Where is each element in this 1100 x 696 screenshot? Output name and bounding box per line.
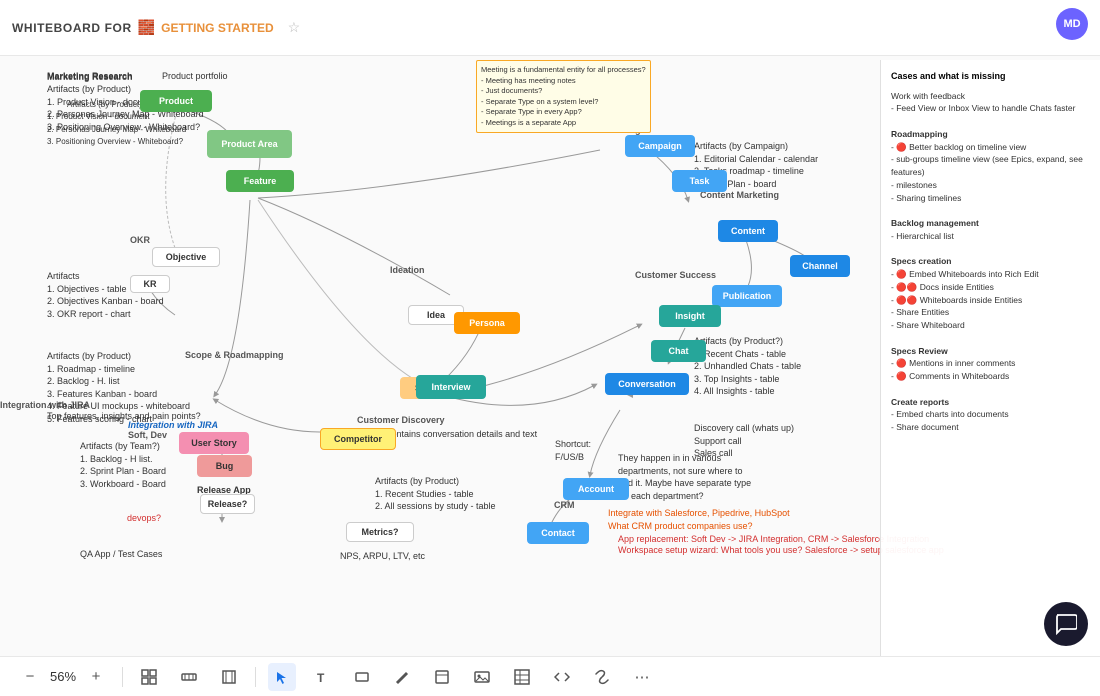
task-box[interactable]: Task xyxy=(672,170,727,192)
pen-tool-button[interactable] xyxy=(388,663,416,691)
link-tool-button[interactable] xyxy=(588,663,616,691)
table-tool-button[interactable] xyxy=(508,663,536,691)
insight-box[interactable]: Insight xyxy=(659,305,721,327)
interview-box[interactable]: Interview xyxy=(416,375,486,399)
publication-box[interactable]: Publication xyxy=(712,285,782,307)
sticky-tool-button[interactable] xyxy=(428,663,456,691)
crm-integrate: Integrate with Salesforce, Pipedrive, Hu… xyxy=(608,507,790,532)
ruler-tool-button[interactable] xyxy=(175,663,203,691)
product-box[interactable]: Product xyxy=(140,90,212,112)
rect-tool-button[interactable] xyxy=(348,663,376,691)
frame-tool-button[interactable] xyxy=(215,663,243,691)
image-tool-button[interactable] xyxy=(468,663,496,691)
star-icon[interactable]: ☆ xyxy=(288,19,301,36)
breadcrumb-whiteboard: WHITEBOARD FOR xyxy=(12,21,132,35)
grid-tool-button[interactable] xyxy=(135,663,163,691)
zoom-minus-button[interactable]: − xyxy=(16,663,44,691)
right-panel: Cases and what is missing Work with feed… xyxy=(880,60,1100,656)
shortcut-text: Shortcut:F/US/B xyxy=(555,438,591,463)
zoom-plus-button[interactable]: + xyxy=(82,663,110,691)
svg-text:T: T xyxy=(317,671,325,685)
zoom-controls: − 56% + xyxy=(16,663,110,691)
devops-text: devops? xyxy=(127,512,161,525)
conversation-box[interactable]: Conversation xyxy=(605,373,689,395)
campaign-box[interactable]: Campaign xyxy=(625,135,695,157)
product-portfolio-label: Product portfolio xyxy=(162,70,228,83)
breadcrumb: WHITEBOARD FOR 🧱 GETTING STARTED ☆ xyxy=(12,19,300,36)
soft-dev-label: Soft, Dev xyxy=(128,430,167,440)
toolbar: − 56% + T ⋯ xyxy=(0,656,1100,696)
right-panel-title: Cases and what is missing xyxy=(891,70,1090,84)
release-box[interactable]: Release? xyxy=(200,494,255,514)
meeting-sticky: Meeting is a fundamental entity for all … xyxy=(476,60,651,133)
crm-label: CRM xyxy=(554,500,575,510)
cursor-tool-button[interactable] xyxy=(268,663,296,691)
art-study: Artifacts (by Product)1. Recent Studies … xyxy=(375,475,496,513)
top-features: Top features, insights and pain points? xyxy=(47,410,201,423)
objective-box[interactable]: Objective xyxy=(152,247,220,267)
header: WHITEBOARD FOR 🧱 GETTING STARTED ☆ ⋯ xyxy=(0,0,1100,56)
avatar[interactable]: MD xyxy=(1056,8,1088,40)
ideation-label: Ideation xyxy=(390,265,425,275)
nps-text: NPS, ARPU, LTV, etc xyxy=(340,550,425,563)
toolbar-divider-1 xyxy=(122,667,123,687)
competitor-box[interactable]: Competitor xyxy=(320,428,396,450)
feature-box[interactable]: Feature xyxy=(226,170,294,192)
contact-box[interactable]: Contact xyxy=(527,522,589,544)
embed-tool-button[interactable] xyxy=(548,663,576,691)
chat-bubble-button[interactable] xyxy=(1044,602,1088,646)
customer-discovery-label: Customer Discovery xyxy=(357,415,445,425)
customer-success-label: Customer Success xyxy=(635,270,716,280)
channel-box[interactable]: Channel xyxy=(790,255,850,277)
toolbar-divider-2 xyxy=(255,667,256,687)
scope-label: Scope & Roadmapping xyxy=(185,350,284,360)
dept-note: They happen in in various departments, n… xyxy=(618,452,758,502)
chat-box[interactable]: Chat xyxy=(651,340,706,362)
art-cs: Artifacts (by Product?)1. Recent Chats -… xyxy=(694,335,801,398)
contains-note: Contains conversation details and text xyxy=(385,428,537,441)
content-box[interactable]: Content xyxy=(718,220,778,242)
logo-icon: 🧱 xyxy=(138,19,155,36)
marketing-research-section: Marketing Research xyxy=(47,70,133,83)
bug-box[interactable]: Bug xyxy=(197,455,252,477)
breadcrumb-appname: GETTING STARTED xyxy=(161,21,273,35)
product-area-box[interactable]: Product Area xyxy=(207,130,292,158)
okr-label: OKR xyxy=(130,235,150,245)
zoom-level: 56% xyxy=(50,669,76,684)
art-team: Artifacts (by Team?)1. Backlog - H list.… xyxy=(80,440,166,490)
more-tools-button[interactable]: ⋯ xyxy=(628,663,656,691)
qa-text: QA App / Test Cases xyxy=(80,548,162,561)
text-tool-button[interactable]: T xyxy=(308,663,336,691)
right-panel-content: Work with feedback - Feed View or Inbox … xyxy=(891,90,1090,434)
persona-box[interactable]: Persona xyxy=(454,312,520,334)
metrics-box[interactable]: Metrics? xyxy=(346,522,414,542)
account-box[interactable]: Account xyxy=(563,478,629,500)
kr-box[interactable]: KR xyxy=(130,275,170,293)
user-story-box[interactable]: User Story xyxy=(179,432,249,454)
